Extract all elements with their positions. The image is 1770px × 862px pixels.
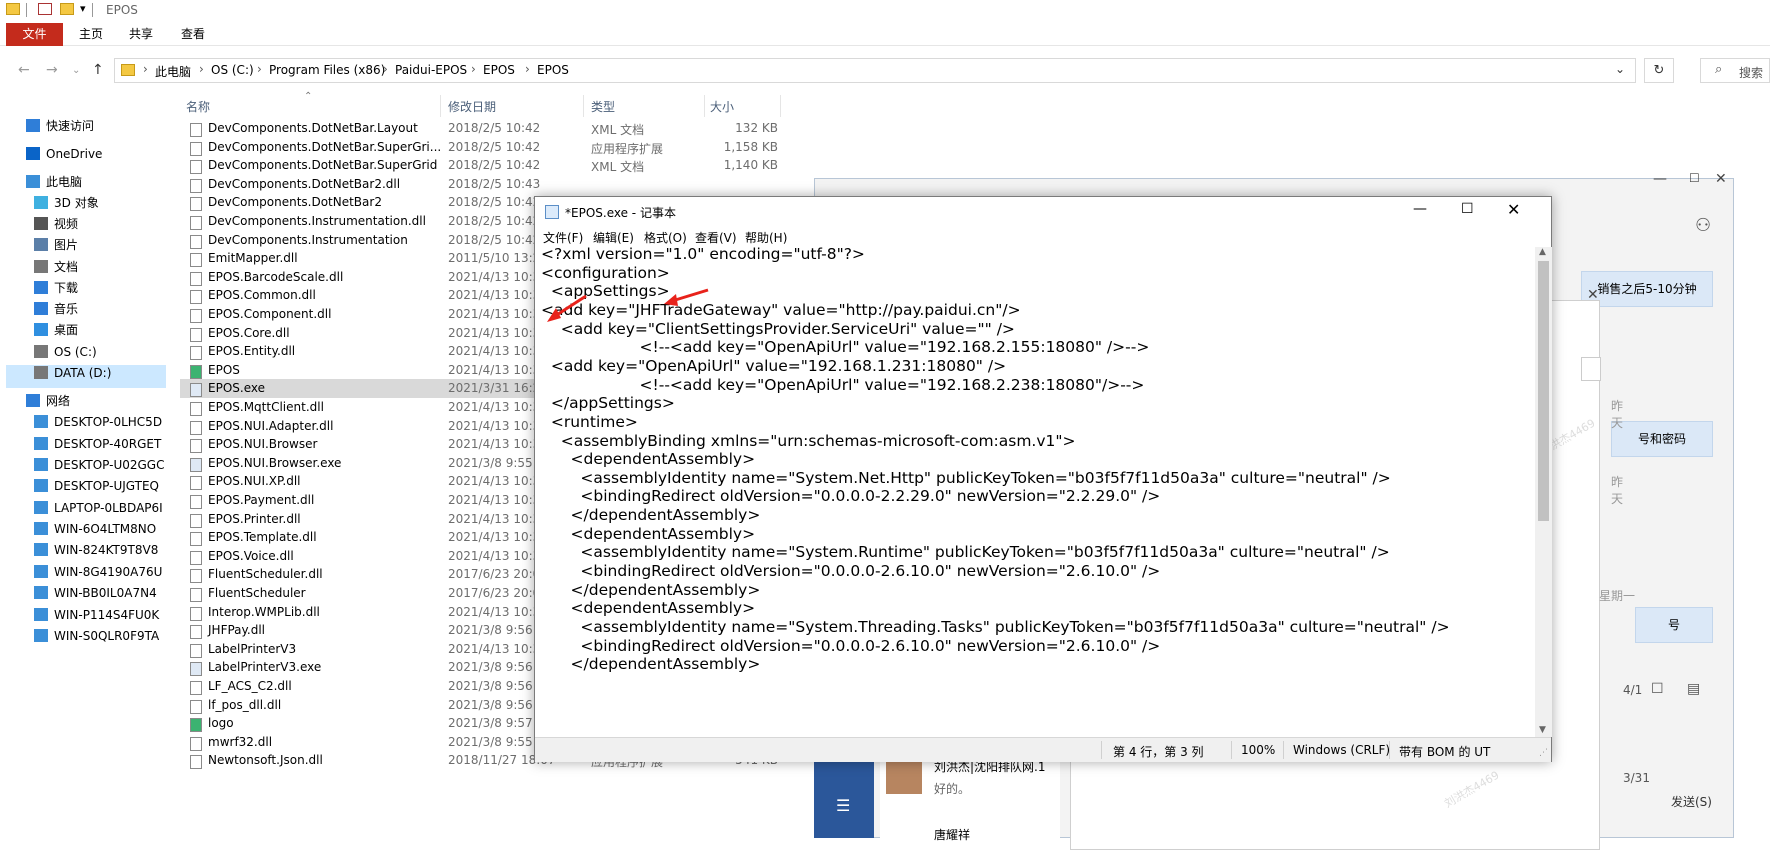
annotation-arrows xyxy=(547,288,709,322)
arrow-to-add-line xyxy=(547,294,587,322)
arrow-to-appsettings xyxy=(664,288,709,306)
